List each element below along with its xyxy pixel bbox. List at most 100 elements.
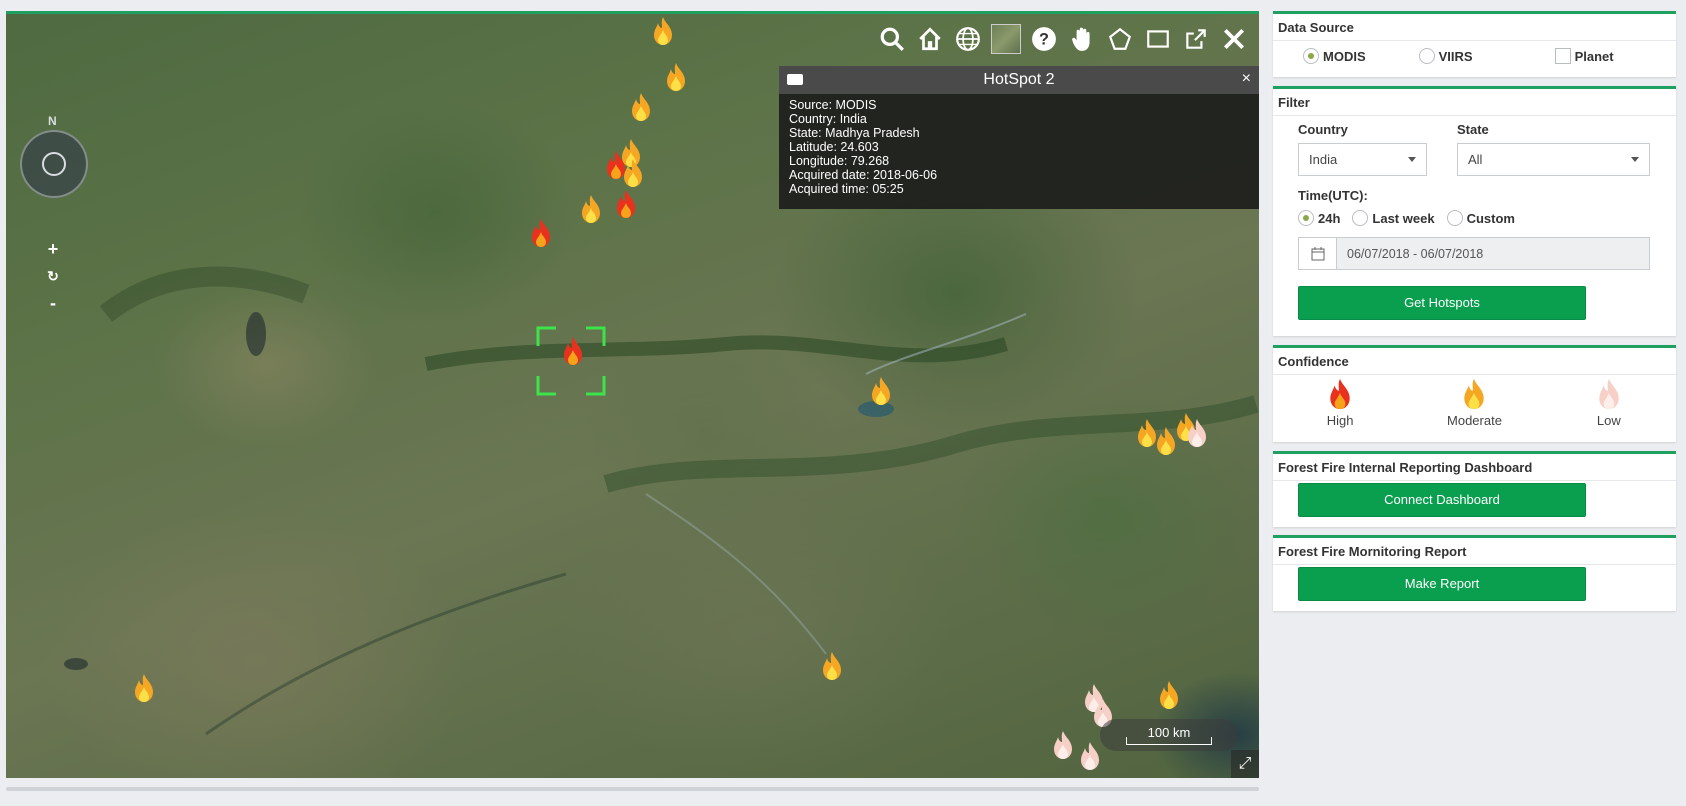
connect-dashboard-button[interactable]: Connect Dashboard <box>1298 483 1586 517</box>
date-range-value: 06/07/2018 - 06/07/2018 <box>1337 238 1649 269</box>
panel-title: Confidence <box>1273 348 1676 375</box>
confidence-label: Low <box>1596 413 1621 428</box>
confidence-panel: Confidence High Moderate Low <box>1273 345 1676 442</box>
hotspot-marker-moderate[interactable] <box>578 194 604 224</box>
popup-line: Country: India <box>789 112 867 126</box>
horizontal-scrollbar[interactable] <box>6 787 1259 791</box>
hotspot-marker-low[interactable] <box>1077 741 1103 771</box>
make-report-button[interactable]: Make Report <box>1298 567 1586 601</box>
state-select[interactable]: All <box>1457 143 1650 176</box>
home-icon[interactable] <box>913 22 947 56</box>
dashboard-panel: Forest Fire Internal Reporting Dashboard… <box>1273 451 1676 527</box>
selected-hotspot-marker[interactable] <box>536 326 606 396</box>
svg-text:?: ? <box>1039 30 1049 48</box>
basemap-thumbnail[interactable] <box>991 24 1021 54</box>
get-hotspots-button[interactable]: Get Hotspots <box>1298 286 1586 320</box>
radio-viirs[interactable] <box>1418 48 1435 64</box>
confidence-moderate: Moderate <box>1419 377 1529 428</box>
close-icon[interactable] <box>1217 22 1251 56</box>
time-option-label: Last week <box>1372 210 1435 226</box>
map-view[interactable]: ? N + ↻ - HotSpot 2 × Source: MODIS Coun… <box>6 11 1259 778</box>
confidence-label: Moderate <box>1447 413 1502 428</box>
hotspot-marker-moderate[interactable] <box>628 92 654 122</box>
date-range-field[interactable]: 06/07/2018 - 06/07/2018 <box>1298 237 1650 270</box>
map-toolbar: ? <box>875 22 1251 56</box>
country-select[interactable]: India <box>1298 143 1427 176</box>
confidence-low: Low <box>1554 377 1664 428</box>
popup-line: State: Madhya Pradesh <box>789 126 920 140</box>
time-option-last-week[interactable]: Last week <box>1352 210 1435 226</box>
hotspot-marker-moderate[interactable] <box>663 62 689 92</box>
chevron-down-icon <box>1631 157 1639 162</box>
hotspot-marker-moderate[interactable] <box>650 16 676 46</box>
zoom-in-button[interactable]: + <box>42 236 64 263</box>
panel-title: Forest Fire Internal Reporting Dashboard <box>1273 454 1676 481</box>
panel-title: Data Source <box>1273 14 1676 41</box>
panel-title: Filter <box>1273 89 1676 116</box>
time-option-custom[interactable]: Custom <box>1446 210 1515 226</box>
hotspot-marker-low[interactable] <box>1050 730 1076 760</box>
compass-globe-icon <box>42 152 66 176</box>
hotspot-marker-moderate[interactable] <box>868 376 894 406</box>
confidence-high: High <box>1285 377 1395 428</box>
hotspot-marker-moderate[interactable] <box>1156 680 1182 710</box>
radio-custom[interactable] <box>1446 210 1463 226</box>
search-icon[interactable] <box>875 22 909 56</box>
radio-last-week[interactable] <box>1352 210 1369 226</box>
time-label: Time(UTC): <box>1298 188 1368 203</box>
confidence-label: High <box>1326 413 1354 428</box>
source-option-viirs[interactable]: VIIRS <box>1418 48 1473 64</box>
source-option-planet[interactable]: Planet <box>1554 48 1614 64</box>
hotspot-marker-moderate[interactable] <box>819 651 845 681</box>
camera-icon[interactable] <box>787 74 803 85</box>
time-option-24h[interactable]: 24h <box>1298 210 1340 226</box>
source-label: Planet <box>1574 48 1614 64</box>
rectangle-icon[interactable] <box>1141 22 1175 56</box>
zoom-controls: + ↻ - <box>42 236 64 317</box>
scale-bar-line <box>1126 737 1212 745</box>
fire-low-icon <box>1595 377 1623 411</box>
state-value: All <box>1468 152 1483 167</box>
hotspot-marker-high[interactable] <box>528 218 554 248</box>
source-label: MODIS <box>1323 48 1366 64</box>
state-label: State <box>1457 122 1489 137</box>
share-icon[interactable] <box>1179 22 1213 56</box>
compass-ring[interactable] <box>20 130 88 198</box>
zoom-reset-button[interactable]: ↻ <box>42 263 64 290</box>
help-icon[interactable]: ? <box>1027 22 1061 56</box>
fullscreen-icon[interactable]: ⤢ <box>1231 750 1259 778</box>
source-option-modis[interactable]: MODIS <box>1303 48 1366 64</box>
chevron-down-icon <box>1408 157 1416 162</box>
country-value: India <box>1309 152 1338 167</box>
report-panel: Forest Fire Mornitoring Report Make Repo… <box>1273 535 1676 611</box>
panel-title: Forest Fire Mornitoring Report <box>1273 538 1676 565</box>
popup-body: Source: MODIS Country: India State: Madh… <box>779 94 1259 200</box>
hotspot-marker-moderate[interactable] <box>131 673 157 703</box>
popup-line: Latitude: 24.603 <box>789 140 879 154</box>
country-label: Country <box>1298 122 1348 137</box>
zoom-out-button[interactable]: - <box>42 290 64 317</box>
popup-line: Acquired date: 2018-06-06 <box>789 168 938 182</box>
source-label: VIIRS <box>1438 48 1473 64</box>
hotspot-marker-low[interactable] <box>1184 418 1210 448</box>
hotspot-marker-high[interactable] <box>613 189 639 219</box>
radio-24h[interactable] <box>1298 210 1314 226</box>
popup-title: HotSpot 2 <box>983 71 1055 88</box>
popup-close-button[interactable]: × <box>1242 70 1251 88</box>
radio-modis[interactable] <box>1303 48 1319 64</box>
globe-icon[interactable] <box>951 22 985 56</box>
north-label: N <box>48 114 57 128</box>
polygon-icon[interactable] <box>1103 22 1137 56</box>
time-option-label: 24h <box>1318 210 1341 226</box>
hotspot-popup: HotSpot 2 × Source: MODIS Country: India… <box>779 66 1259 209</box>
popup-line: Acquired time: 05:25 <box>789 182 904 196</box>
hotspot-marker-moderate[interactable] <box>620 158 646 188</box>
calendar-icon[interactable] <box>1299 238 1337 269</box>
data-source-panel: Data Source MODIS VIIRS Planet <box>1273 11 1676 77</box>
time-option-label: Custom <box>1466 210 1515 226</box>
compass[interactable]: N <box>18 114 90 204</box>
checkbox-planet[interactable] <box>1554 48 1571 64</box>
filter-panel: Filter Country India State All Time(UTC)… <box>1273 86 1676 336</box>
pan-hand-icon[interactable] <box>1065 22 1099 56</box>
popup-line: Longitude: 79.268 <box>789 154 890 168</box>
